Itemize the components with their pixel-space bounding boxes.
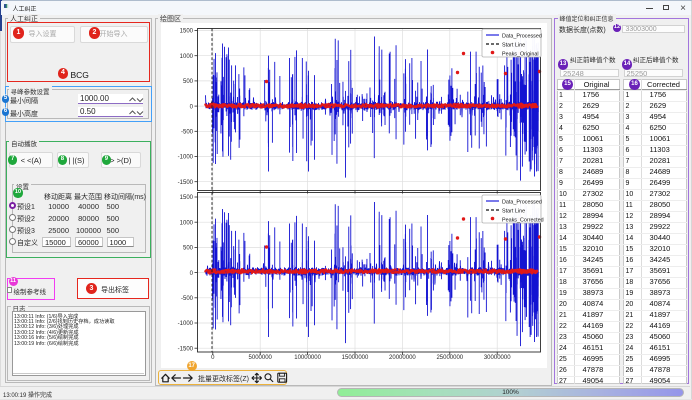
svg-text:1000: 1000	[179, 220, 193, 226]
svg-text:Data_Processed: Data_Processed	[502, 199, 542, 205]
svg-text:1500: 1500	[179, 28, 193, 34]
svg-text:15000000: 15000000	[341, 355, 368, 361]
svg-text:25000000: 25000000	[436, 355, 463, 361]
svg-text:20000000: 20000000	[389, 355, 416, 361]
svg-text:500: 500	[182, 245, 193, 251]
svg-text:5000000: 5000000	[248, 355, 272, 361]
svg-text:-1500: -1500	[177, 179, 193, 185]
svg-text:500: 500	[182, 79, 193, 85]
svg-text:1500: 1500	[179, 195, 193, 201]
svg-text:Peaks_Corrected: Peaks_Corrected	[502, 217, 544, 223]
svg-text:Peaks_Original: Peaks_Original	[502, 51, 539, 57]
svg-text:-500: -500	[180, 296, 193, 302]
svg-text:Start Line: Start Line	[502, 42, 525, 48]
svg-text:10000000: 10000000	[294, 355, 321, 361]
svg-text:Data_Processed: Data_Processed	[502, 33, 542, 39]
svg-text:-1000: -1000	[177, 154, 193, 160]
svg-text:-1500: -1500	[177, 346, 193, 352]
svg-text:30000000: 30000000	[483, 355, 510, 361]
svg-text:-500: -500	[180, 129, 193, 135]
svg-text:1000: 1000	[179, 53, 193, 59]
svg-text:Start Line: Start Line	[502, 208, 525, 214]
svg-text:-1000: -1000	[177, 321, 193, 327]
